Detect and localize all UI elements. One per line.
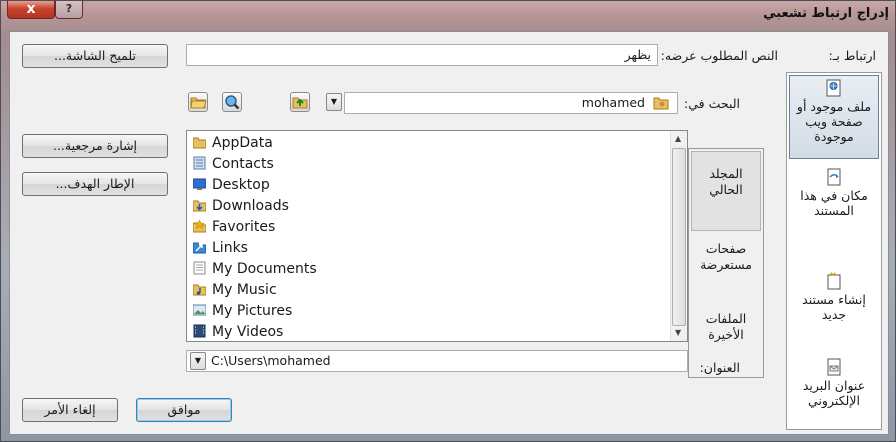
desktop-folder-icon: [193, 178, 206, 190]
up-one-folder-button[interactable]: [290, 92, 310, 112]
videos-folder-icon: [193, 324, 206, 338]
address-dropdown-arrow[interactable]: ▼: [190, 352, 206, 370]
link-existing-label: ملف موجود أو صفحة ويب موجودة: [796, 99, 872, 144]
look-in-value: mohamed: [581, 95, 645, 110]
folder-icon: [193, 137, 206, 149]
document-place-icon: [827, 168, 841, 186]
cancel-button[interactable]: إلغاء الأمر: [22, 398, 118, 422]
web-page-icon: [826, 79, 841, 97]
up-folder-icon: [292, 97, 308, 109]
dialog-body: ارتباط بـ: ملف موجود أو صفحة ويب موجودة …: [9, 31, 889, 435]
link-new-document-label: إنشاء مستند جديد: [802, 292, 866, 322]
user-folder-icon: [653, 97, 669, 110]
link-place-in-document[interactable]: مكان في هذا المستند: [789, 165, 879, 233]
list-item[interactable]: My Pictures: [193, 301, 292, 322]
view-current-folder-label: المجلد الحالي: [709, 166, 743, 197]
scroll-down-arrow-icon[interactable]: ▼: [675, 328, 681, 337]
target-frame-button[interactable]: الإطار الهدف...: [22, 172, 168, 196]
file-name: Links: [212, 240, 248, 256]
look-in-label: البحث في:: [684, 96, 740, 111]
file-name: My Documents: [212, 261, 317, 277]
chevron-down-icon: ▼: [330, 97, 338, 106]
insert-hyperlink-dialog: x ? إدراج ارتباط تشعبي ارتباط بـ: ملف مو…: [0, 0, 896, 442]
link-email-label: عنوان البريد الإلكتروني: [802, 378, 866, 408]
open-folder-icon: [190, 97, 207, 109]
title-bar[interactable]: x ? إدراج ارتباط تشعبي: [1, 1, 895, 31]
text-to-display-label: النص المطلوب عرضه:: [660, 48, 778, 63]
look-in-dropdown-arrow[interactable]: ▼: [326, 93, 342, 111]
close-button[interactable]: x: [7, 1, 55, 19]
help-icon: ?: [65, 2, 73, 15]
list-item[interactable]: My Videos: [193, 322, 284, 341]
address-field[interactable]: C:\Users\mohamed: [186, 350, 688, 372]
address-label: العنوان:: [699, 360, 740, 375]
list-item[interactable]: My Music: [193, 280, 277, 301]
view-recent-files-label: الملفات الأخيرة: [705, 311, 747, 342]
contacts-folder-icon: [193, 156, 206, 170]
file-name: Desktop: [212, 177, 270, 193]
link-existing-file-or-web-page[interactable]: ملف موجود أو صفحة ويب موجودة: [789, 75, 879, 159]
downloads-folder-icon: [193, 200, 206, 212]
browse-web-button[interactable]: [222, 92, 242, 112]
link-email-address[interactable]: عنوان البريد الإلكتروني: [789, 355, 879, 421]
file-name: My Pictures: [212, 303, 293, 319]
ok-button[interactable]: موافق: [136, 398, 232, 422]
view-current-folder[interactable]: المجلد الحالي: [691, 151, 761, 231]
text-to-display-input[interactable]: يظهر: [186, 44, 658, 66]
view-selector: المجلد الحالي صفحات مستعرضة الملفات الأخ…: [688, 148, 764, 378]
link-place-label: مكان في هذا المستند: [800, 188, 868, 218]
list-item[interactable]: Links: [193, 238, 248, 259]
file-name: Downloads: [212, 198, 289, 214]
list-item[interactable]: My Documents: [193, 259, 317, 280]
screentip-button[interactable]: تلميح الشاشة...: [22, 44, 168, 68]
new-document-icon: [827, 272, 841, 290]
list-item[interactable]: Favorites: [193, 217, 275, 238]
favorites-folder-icon: [193, 219, 206, 233]
music-folder-icon: [193, 284, 206, 296]
close-icon: x: [26, 1, 36, 17]
browse-file-button[interactable]: [188, 92, 208, 112]
file-name: My Videos: [212, 324, 284, 340]
list-item[interactable]: Desktop: [193, 175, 270, 196]
help-button[interactable]: ?: [55, 1, 83, 19]
list-item[interactable]: AppData: [193, 133, 273, 154]
list-item[interactable]: Contacts: [193, 154, 274, 175]
scroll-thumb[interactable]: [672, 148, 686, 326]
view-recent-files[interactable]: الملفات الأخيرة: [691, 311, 761, 359]
bookmark-button[interactable]: إشارة مرجعية...: [22, 134, 168, 158]
documents-folder-icon: [193, 261, 206, 275]
file-name: AppData: [212, 135, 273, 151]
file-list: AppData Contacts Desktop Downloads Favor…: [186, 130, 688, 342]
list-item[interactable]: Downloads: [193, 196, 289, 217]
file-list-scrollbar[interactable]: ▲ ▼: [670, 131, 687, 341]
file-name: Contacts: [212, 156, 274, 172]
file-name: My Music: [212, 282, 277, 298]
scroll-up-arrow-icon[interactable]: ▲: [675, 134, 681, 143]
look-in-field[interactable]: mohamed: [344, 92, 678, 114]
link-create-new-document[interactable]: إنشاء مستند جديد: [789, 269, 879, 333]
view-browsed-pages-label: صفحات مستعرضة: [700, 241, 752, 272]
link-to-bar: ملف موجود أو صفحة ويب موجودة مكان في هذا…: [786, 72, 882, 430]
file-name: Favorites: [212, 219, 276, 235]
links-folder-icon: [193, 242, 206, 254]
address-value: C:\Users\mohamed: [211, 353, 331, 368]
view-browsed-pages[interactable]: صفحات مستعرضة: [691, 241, 761, 289]
browse-web-icon: [225, 95, 240, 110]
link-to-label: ارتباط بـ:: [828, 48, 876, 63]
email-icon: [827, 358, 841, 376]
chevron-down-icon: ▼: [194, 356, 202, 365]
pictures-folder-icon: [193, 304, 206, 316]
window-title: إدراج ارتباط تشعبي: [763, 6, 889, 21]
